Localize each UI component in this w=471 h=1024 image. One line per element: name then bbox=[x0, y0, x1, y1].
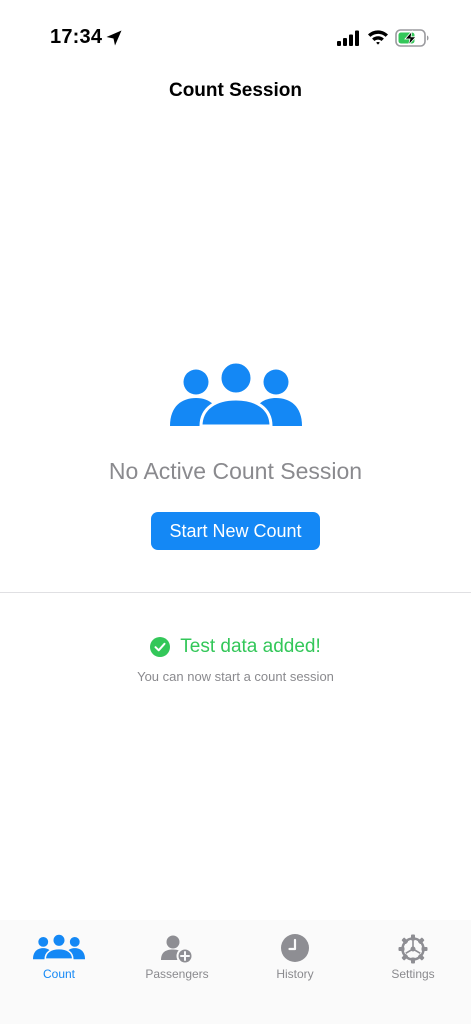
location-arrow-icon bbox=[106, 30, 122, 46]
tab-label: Settings bbox=[391, 967, 435, 981]
checkmark-circle-icon bbox=[150, 637, 171, 657]
gear-icon bbox=[398, 934, 428, 964]
empty-state-title: No Active Count Session bbox=[108, 458, 363, 484]
wifi-icon bbox=[368, 30, 388, 45]
success-notice: Test data added! bbox=[0, 634, 471, 660]
page-title: Count Session bbox=[168, 80, 302, 101]
tab-count[interactable]: Count bbox=[0, 920, 118, 1000]
success-subtitle: You can now start a count session bbox=[137, 669, 334, 684]
tab-settings[interactable]: Settings bbox=[354, 920, 471, 1000]
status-time: 17:34 bbox=[50, 26, 103, 48]
tab-passengers[interactable]: Passengers bbox=[118, 920, 236, 1000]
tab-label: Passengers bbox=[145, 967, 209, 981]
divider bbox=[0, 592, 471, 593]
tab-history[interactable]: History bbox=[236, 920, 354, 1000]
success-title: Test data added! bbox=[180, 636, 321, 657]
tab-bar: Count Passengers History Settings bbox=[0, 920, 471, 1024]
clock-icon bbox=[281, 934, 309, 962]
battery-charging-icon bbox=[395, 29, 429, 47]
status-bar: 17:34 bbox=[0, 0, 471, 76]
tab-label: Count bbox=[42, 967, 76, 981]
people-group-icon bbox=[33, 934, 85, 960]
people-group-icon bbox=[170, 362, 302, 428]
cellular-signal-icon bbox=[337, 30, 359, 46]
start-new-count-button[interactable]: Start New Count bbox=[151, 512, 320, 550]
tab-label: History bbox=[276, 967, 314, 981]
person-add-icon bbox=[161, 935, 193, 964]
